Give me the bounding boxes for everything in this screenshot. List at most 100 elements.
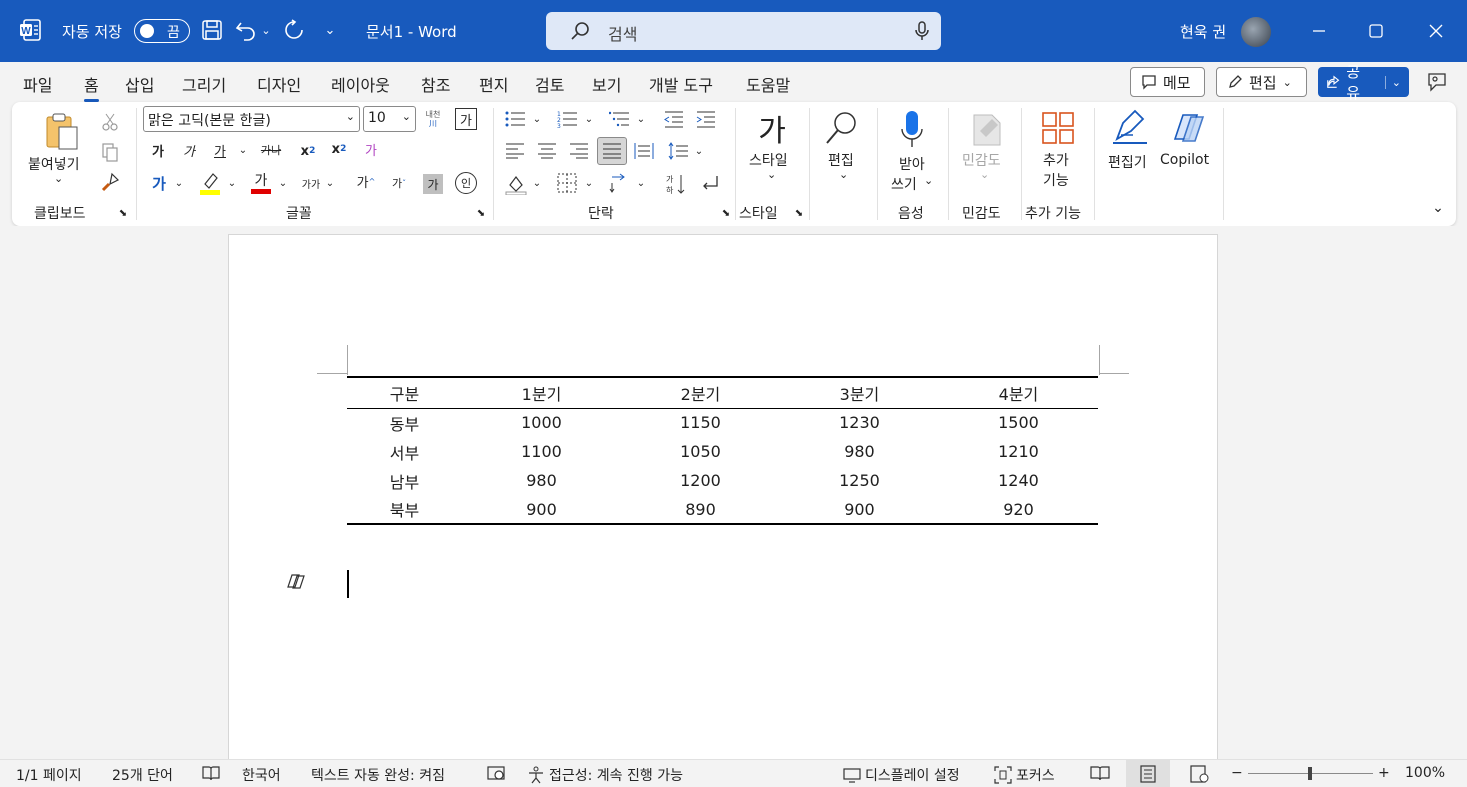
collapse-ribbon-icon[interactable]: ⌄	[1428, 200, 1448, 216]
increase-indent-icon[interactable]	[694, 108, 716, 130]
align-right-icon[interactable]	[568, 140, 590, 162]
strikethrough-icon[interactable]: 가나	[258, 140, 284, 160]
avatar[interactable]	[1241, 17, 1271, 47]
language[interactable]: 한국어	[242, 765, 281, 785]
paste-label[interactable]: 붙여넣기	[28, 154, 80, 174]
user-name[interactable]: 현욱 권	[1180, 21, 1226, 42]
dictate-label-1[interactable]: 받아	[899, 154, 925, 174]
font-size-combobox[interactable]: 10 ⌄	[363, 106, 416, 132]
chevron-down-icon[interactable]: ⌄	[924, 174, 933, 187]
table-cell[interactable]: 1500	[939, 408, 1098, 437]
dialog-launcher-icon[interactable]: ⬊	[719, 206, 733, 220]
document-canvas[interactable]: 구분 1분기 2분기 3분기 4분기 동부 1000 1150 1230 150…	[0, 226, 1467, 759]
tab-layout[interactable]: 레이아웃	[331, 72, 390, 96]
italic-icon[interactable]: 가	[179, 140, 199, 160]
proofing-icon[interactable]	[202, 765, 220, 781]
focus-mode[interactable]: 포커스	[994, 765, 1055, 785]
tab-home[interactable]: 홈	[84, 72, 99, 102]
page-count[interactable]: 1/1 페이지	[16, 765, 82, 785]
dialog-launcher-icon[interactable]: ⬊	[474, 206, 488, 220]
memo-button[interactable]: 메모	[1130, 67, 1205, 97]
search-box[interactable]: 검색	[546, 12, 941, 50]
zoom-slider-thumb[interactable]	[1308, 767, 1312, 780]
data-table[interactable]: 구분 1분기 2분기 3분기 4분기 동부 1000 1150 1230 150…	[347, 376, 1098, 525]
autocomplete-status[interactable]: 텍스트 자동 완성: 켜짐	[311, 765, 445, 785]
sensitivity-icon[interactable]	[969, 108, 1003, 148]
undo-dropdown-icon[interactable]: ⌄	[258, 18, 274, 42]
table-cell[interactable]: 동부	[347, 408, 462, 437]
redo-icon[interactable]	[282, 18, 306, 42]
char-shading-icon[interactable]: 가	[423, 174, 443, 194]
shading-icon[interactable]	[504, 172, 528, 196]
table-cell[interactable]: 980	[462, 466, 621, 495]
tab-review[interactable]: 검토	[535, 72, 564, 96]
text-direction-icon[interactable]	[608, 172, 630, 194]
table-header-cell[interactable]: 3분기	[779, 376, 939, 409]
line-spacing-icon[interactable]	[667, 140, 689, 162]
table-cell[interactable]: 남부	[347, 466, 462, 495]
zoom-in-button[interactable]: +	[1378, 765, 1390, 781]
table-cell[interactable]: 1200	[621, 466, 780, 495]
numbering-icon[interactable]: 123	[556, 108, 578, 130]
table-cell[interactable]: 1250	[780, 466, 939, 495]
tab-file[interactable]: 파일	[23, 72, 52, 96]
text-effects-icon[interactable]: 가	[148, 172, 170, 194]
tab-developer[interactable]: 개발 도구	[649, 72, 713, 96]
copilot-margin-icon[interactable]	[285, 571, 307, 591]
table-cell[interactable]: 1230	[780, 408, 939, 437]
chevron-down-icon[interactable]: ⌄	[54, 172, 63, 185]
minimize-icon[interactable]	[1304, 16, 1334, 46]
table-cell[interactable]: 900	[462, 495, 621, 525]
read-mode-icon[interactable]	[1090, 765, 1110, 781]
web-layout-icon[interactable]	[1190, 765, 1210, 783]
paste-icon[interactable]	[36, 110, 86, 154]
subscript-icon[interactable]: x2	[298, 140, 318, 162]
copilot-icon[interactable]	[1166, 108, 1206, 148]
table-cell[interactable]: 서부	[347, 437, 462, 466]
copy-icon[interactable]	[98, 140, 122, 164]
chevron-down-icon[interactable]: ⌄	[839, 168, 848, 181]
tab-design[interactable]: 디자인	[257, 72, 301, 96]
tab-draw[interactable]: 그리기	[182, 72, 226, 96]
table-cell[interactable]: 1240	[939, 466, 1098, 495]
share-button[interactable]: 공유 ⌄	[1318, 63, 1409, 102]
change-case-icon[interactable]: 가가	[298, 172, 324, 194]
multilevel-list-icon[interactable]	[608, 108, 630, 130]
align-center-icon[interactable]	[536, 140, 558, 162]
dictate-label-2[interactable]: 쓰기	[891, 174, 917, 194]
enclose-characters-icon[interactable]: 인	[455, 172, 477, 194]
save-icon[interactable]	[200, 18, 224, 42]
addins-label-1[interactable]: 추가	[1043, 150, 1069, 170]
dictate-icon[interactable]	[897, 108, 927, 150]
table-cell[interactable]: 890	[620, 495, 780, 525]
print-layout-icon[interactable]	[1126, 760, 1170, 787]
table-cell[interactable]: 북부	[347, 495, 462, 525]
table-header-cell[interactable]: 1분기	[462, 376, 621, 409]
table-cell[interactable]: 980	[780, 437, 939, 466]
chevron-down-icon[interactable]: ⌄	[236, 140, 250, 160]
dialog-launcher-icon[interactable]: ⬊	[792, 206, 806, 220]
table-cell[interactable]: 1000	[462, 408, 621, 437]
superscript-icon[interactable]: x2	[329, 138, 349, 160]
chevron-down-icon[interactable]: ⌄	[172, 172, 186, 194]
microphone-icon[interactable]	[914, 21, 930, 41]
editor-icon[interactable]	[1110, 108, 1150, 148]
clear-formatting-icon[interactable]: 가	[360, 138, 382, 160]
chevron-down-icon[interactable]: ⌄	[324, 172, 336, 194]
dialog-launcher-icon[interactable]: ⬊	[116, 206, 130, 220]
distributed-icon[interactable]	[633, 140, 655, 162]
autosave-toggle[interactable]: 끔	[134, 19, 190, 43]
table-cell[interactable]: 1050	[621, 437, 780, 466]
chevron-down-icon[interactable]: ⌄	[767, 168, 776, 181]
maximize-icon[interactable]	[1361, 16, 1391, 46]
addins-label-2[interactable]: 기능	[1043, 170, 1069, 190]
zoom-out-button[interactable]: −	[1231, 765, 1243, 781]
chevron-down-icon[interactable]: ⌄	[1384, 75, 1401, 89]
justify-icon[interactable]	[597, 137, 627, 165]
document-page[interactable]: 구분 1분기 2분기 3분기 4분기 동부 1000 1150 1230 150…	[228, 234, 1218, 759]
zoom-level[interactable]: 100%	[1405, 765, 1445, 781]
table-header-cell[interactable]: 구분	[347, 376, 462, 409]
highlight-icon[interactable]	[199, 170, 221, 196]
tab-help[interactable]: 도움말	[746, 72, 790, 96]
table-header-cell[interactable]: 2분기	[620, 376, 780, 409]
